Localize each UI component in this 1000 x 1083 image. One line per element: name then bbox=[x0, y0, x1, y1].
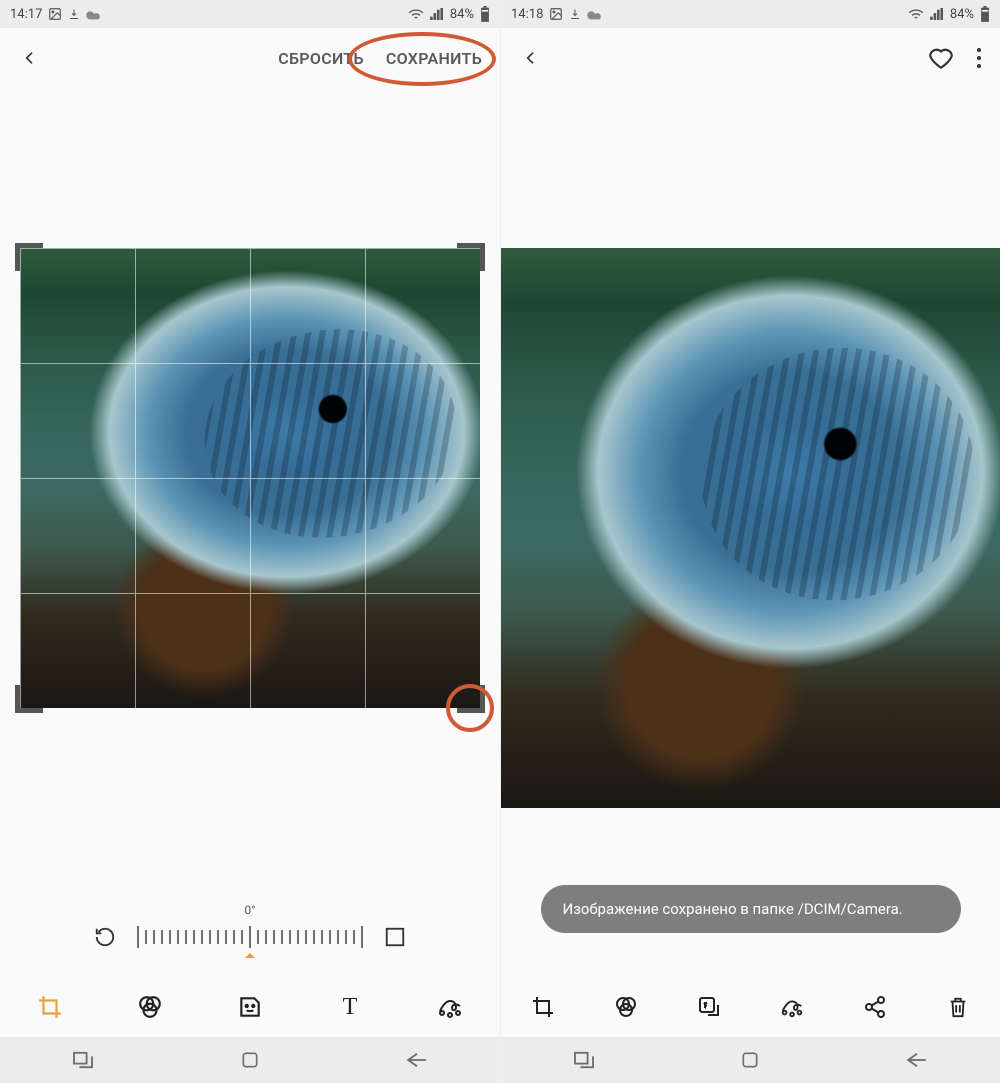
tool-filters[interactable] bbox=[134, 991, 166, 1023]
nav-home[interactable] bbox=[737, 1047, 763, 1073]
save-toast: Изображение сохранено в папке /DCIM/Came… bbox=[541, 885, 961, 933]
nav-back[interactable] bbox=[404, 1047, 430, 1073]
android-nav-bar bbox=[0, 1037, 500, 1083]
screen-viewer: 14:18 84% Изображение сохранено в папке … bbox=[500, 0, 1000, 1083]
nav-home[interactable] bbox=[237, 1047, 263, 1073]
wifi-icon bbox=[408, 8, 424, 20]
viewer-image-area[interactable] bbox=[501, 88, 1000, 977]
signal-icon bbox=[430, 8, 444, 20]
photo-full bbox=[501, 248, 1000, 808]
tool-text[interactable]: T bbox=[334, 991, 366, 1023]
tool-stickers[interactable] bbox=[234, 991, 266, 1023]
crop-handle-br[interactable] bbox=[457, 685, 485, 713]
viewer-tool-row: T bbox=[501, 977, 1000, 1037]
android-nav-bar bbox=[501, 1037, 1000, 1083]
crop-handle-tl[interactable] bbox=[15, 243, 43, 271]
image-icon bbox=[48, 7, 62, 21]
status-bar: 14:17 84% bbox=[0, 0, 500, 28]
editor-tool-row: T bbox=[0, 977, 500, 1037]
nav-recents[interactable] bbox=[70, 1047, 96, 1073]
more-button[interactable] bbox=[976, 46, 982, 70]
cloud-icon bbox=[587, 8, 603, 20]
rotation-ruler[interactable] bbox=[137, 926, 363, 948]
tool-crop[interactable] bbox=[34, 991, 66, 1023]
cloud-icon bbox=[86, 8, 102, 20]
aspect-ratio-button[interactable] bbox=[381, 923, 409, 951]
battery-icon bbox=[480, 6, 490, 22]
tool-share[interactable] bbox=[859, 991, 891, 1023]
tool-draw[interactable] bbox=[776, 991, 808, 1023]
crop-handle-bl[interactable] bbox=[15, 685, 43, 713]
editor-top-bar: СБРОСИТЬ СОХРАНИТЬ bbox=[0, 28, 500, 88]
rotate-ccw-button[interactable] bbox=[91, 923, 119, 951]
svg-text:T: T bbox=[703, 1002, 708, 1011]
download-icon bbox=[68, 7, 80, 21]
screen-editor: 14:17 84% СБРОСИТЬ СОХРАНИТЬ bbox=[0, 0, 500, 1083]
crop-handle-tr[interactable] bbox=[457, 243, 485, 271]
download-icon bbox=[569, 7, 581, 21]
toast-text: Изображение сохранено в папке /DCIM/Came… bbox=[563, 900, 903, 918]
photo-preview bbox=[20, 248, 480, 708]
rotation-degree-label: 0° bbox=[244, 903, 255, 917]
status-time: 14:17 bbox=[10, 7, 42, 22]
tool-autotext[interactable]: T bbox=[693, 991, 725, 1023]
tool-filters[interactable] bbox=[610, 991, 642, 1023]
battery-pct: 84% bbox=[950, 7, 974, 22]
crop-frame[interactable] bbox=[20, 248, 480, 708]
reset-button[interactable]: СБРОСИТЬ bbox=[278, 49, 364, 68]
nav-recents[interactable] bbox=[571, 1047, 597, 1073]
back-button[interactable] bbox=[18, 46, 42, 70]
back-button[interactable] bbox=[519, 46, 543, 70]
tool-crop[interactable] bbox=[527, 991, 559, 1023]
viewer-top-bar bbox=[501, 28, 1000, 88]
battery-icon bbox=[980, 6, 990, 22]
image-icon bbox=[549, 7, 563, 21]
crop-canvas-area bbox=[0, 88, 500, 897]
battery-pct: 84% bbox=[450, 7, 474, 22]
signal-icon bbox=[930, 8, 944, 20]
tool-delete[interactable] bbox=[942, 991, 974, 1023]
status-time: 14:18 bbox=[511, 7, 543, 22]
save-button[interactable]: СОХРАНИТЬ bbox=[386, 49, 482, 68]
rotation-slider-row: 0° bbox=[0, 897, 500, 977]
tool-draw[interactable] bbox=[434, 991, 466, 1023]
nav-back[interactable] bbox=[904, 1047, 930, 1073]
status-bar: 14:18 84% bbox=[501, 0, 1000, 28]
favorite-button[interactable] bbox=[928, 46, 954, 70]
wifi-icon bbox=[908, 8, 924, 20]
